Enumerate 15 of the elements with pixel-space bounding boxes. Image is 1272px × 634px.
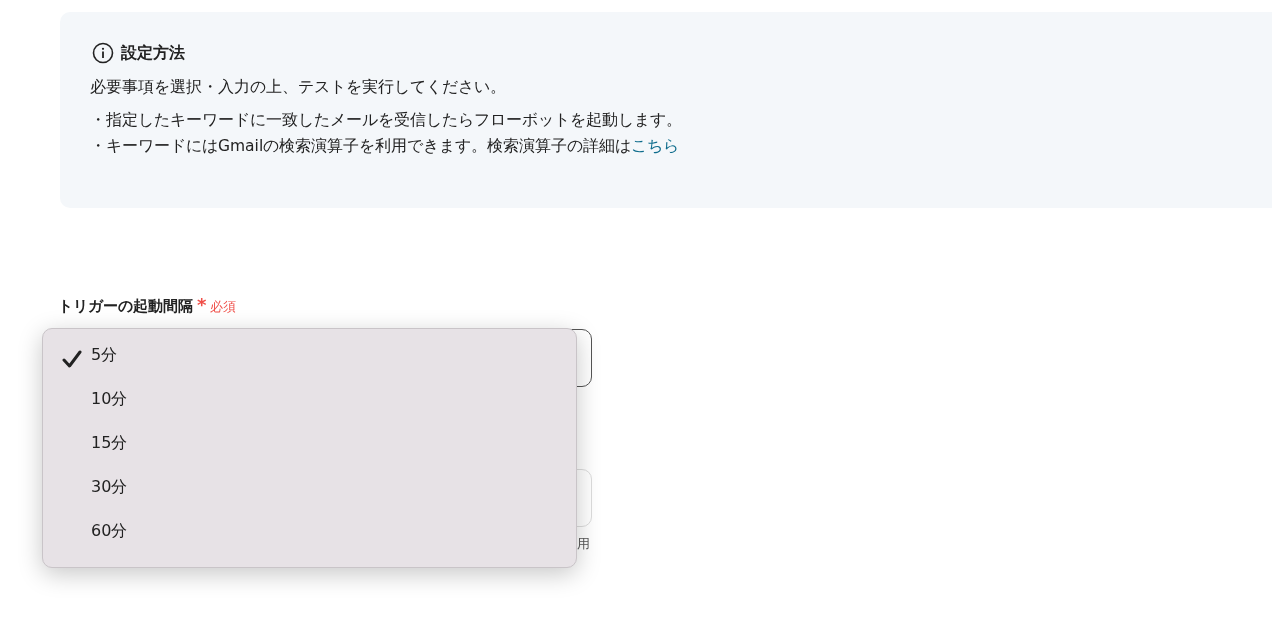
field-label: トリガーの起動間隔 bbox=[58, 297, 193, 316]
details-link[interactable]: こちら bbox=[631, 137, 680, 155]
info-text: ・キーワードにはGmailの検索演算子を利用できます。検索演算子の詳細はこちら bbox=[90, 136, 681, 157]
dropdown-option[interactable]: 60分 bbox=[43, 509, 576, 553]
dropdown-option[interactable]: 5分 bbox=[43, 333, 576, 377]
dropdown-option[interactable]: 30分 bbox=[43, 465, 576, 509]
info-text: 必要事項を選択・入力の上、テストを実行してください。 bbox=[90, 77, 507, 98]
helper-text: 用 bbox=[577, 535, 590, 553]
info-title: 設定方法 bbox=[121, 42, 185, 64]
required-mark: * bbox=[197, 294, 207, 315]
dropdown-option[interactable]: 15分 bbox=[43, 421, 576, 465]
dropdown-option[interactable]: 10分 bbox=[43, 377, 576, 421]
info-icon bbox=[92, 42, 114, 64]
info-text: ・指定したキーワードに一致したメールを受信したらフローボットを起動します。 bbox=[90, 110, 683, 131]
required-label: 必須 bbox=[210, 298, 237, 316]
